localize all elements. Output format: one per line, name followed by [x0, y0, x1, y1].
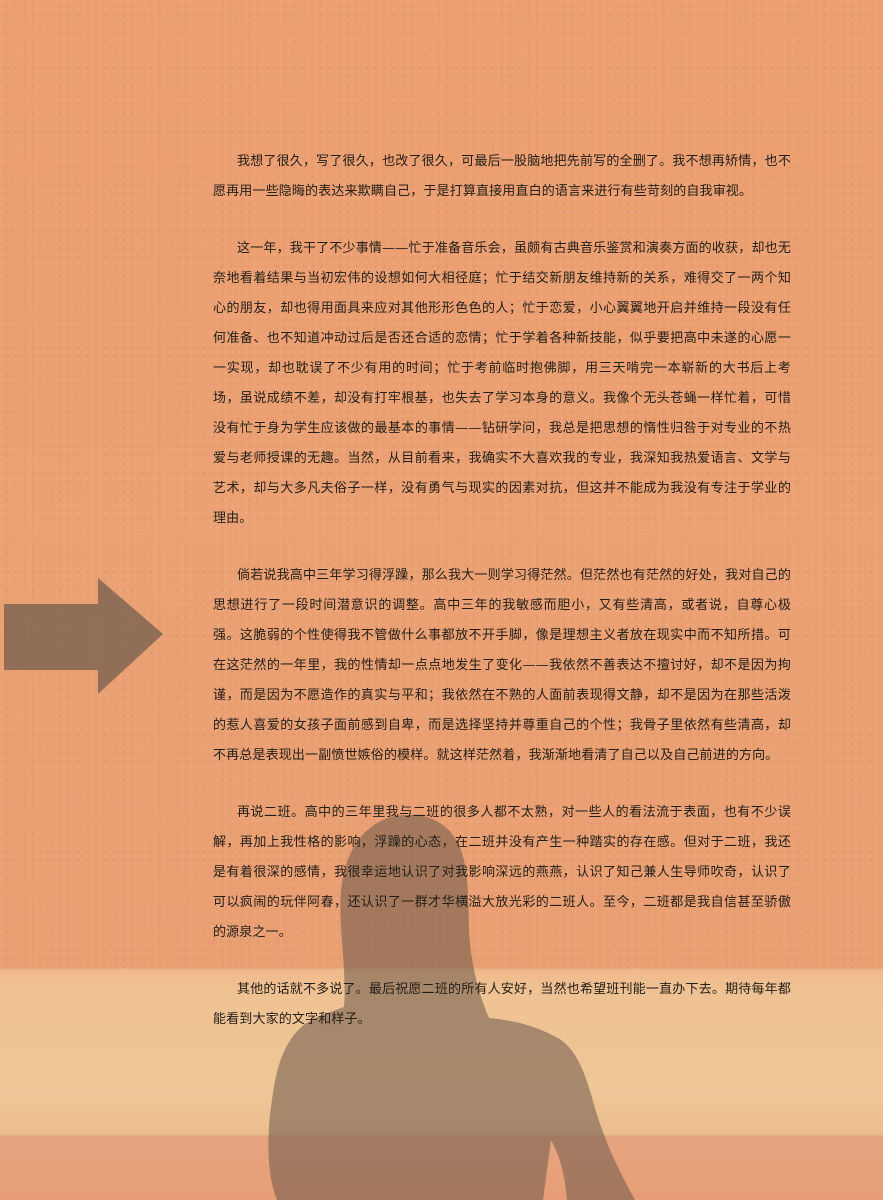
paragraph-5: 其他的话就不多说了。最后祝愿二班的所有人安好，当然也希望班刊能一直办下去。期待每…: [213, 982, 791, 1027]
paragraph-3: 倘若说我高中三年学习得浮躁，那么我大一则学习得茫然。但茫然也有茫然的好处，我对自…: [213, 568, 791, 763]
paragraph-2: 这一年，我干了不少事情——忙于准备音乐会，虽颇有古典音乐鉴赏和演奏方面的收获，却…: [213, 241, 791, 526]
article-body: 我想了很久，写了很久，也改了很久，可最后一股脑地把先前写的全删了。我不想再矫情，…: [213, 147, 791, 1062]
paragraph-1: 我想了很久，写了很久，也改了很久，可最后一股脑地把先前写的全删了。我不想再矫情，…: [213, 154, 791, 199]
paragraph-4: 再说二班。高中的三年里我与二班的很多人都不太熟，对一些人的看法流于表面，也有不少…: [213, 805, 791, 940]
arrow-right-shadow-icon: [4, 578, 163, 694]
